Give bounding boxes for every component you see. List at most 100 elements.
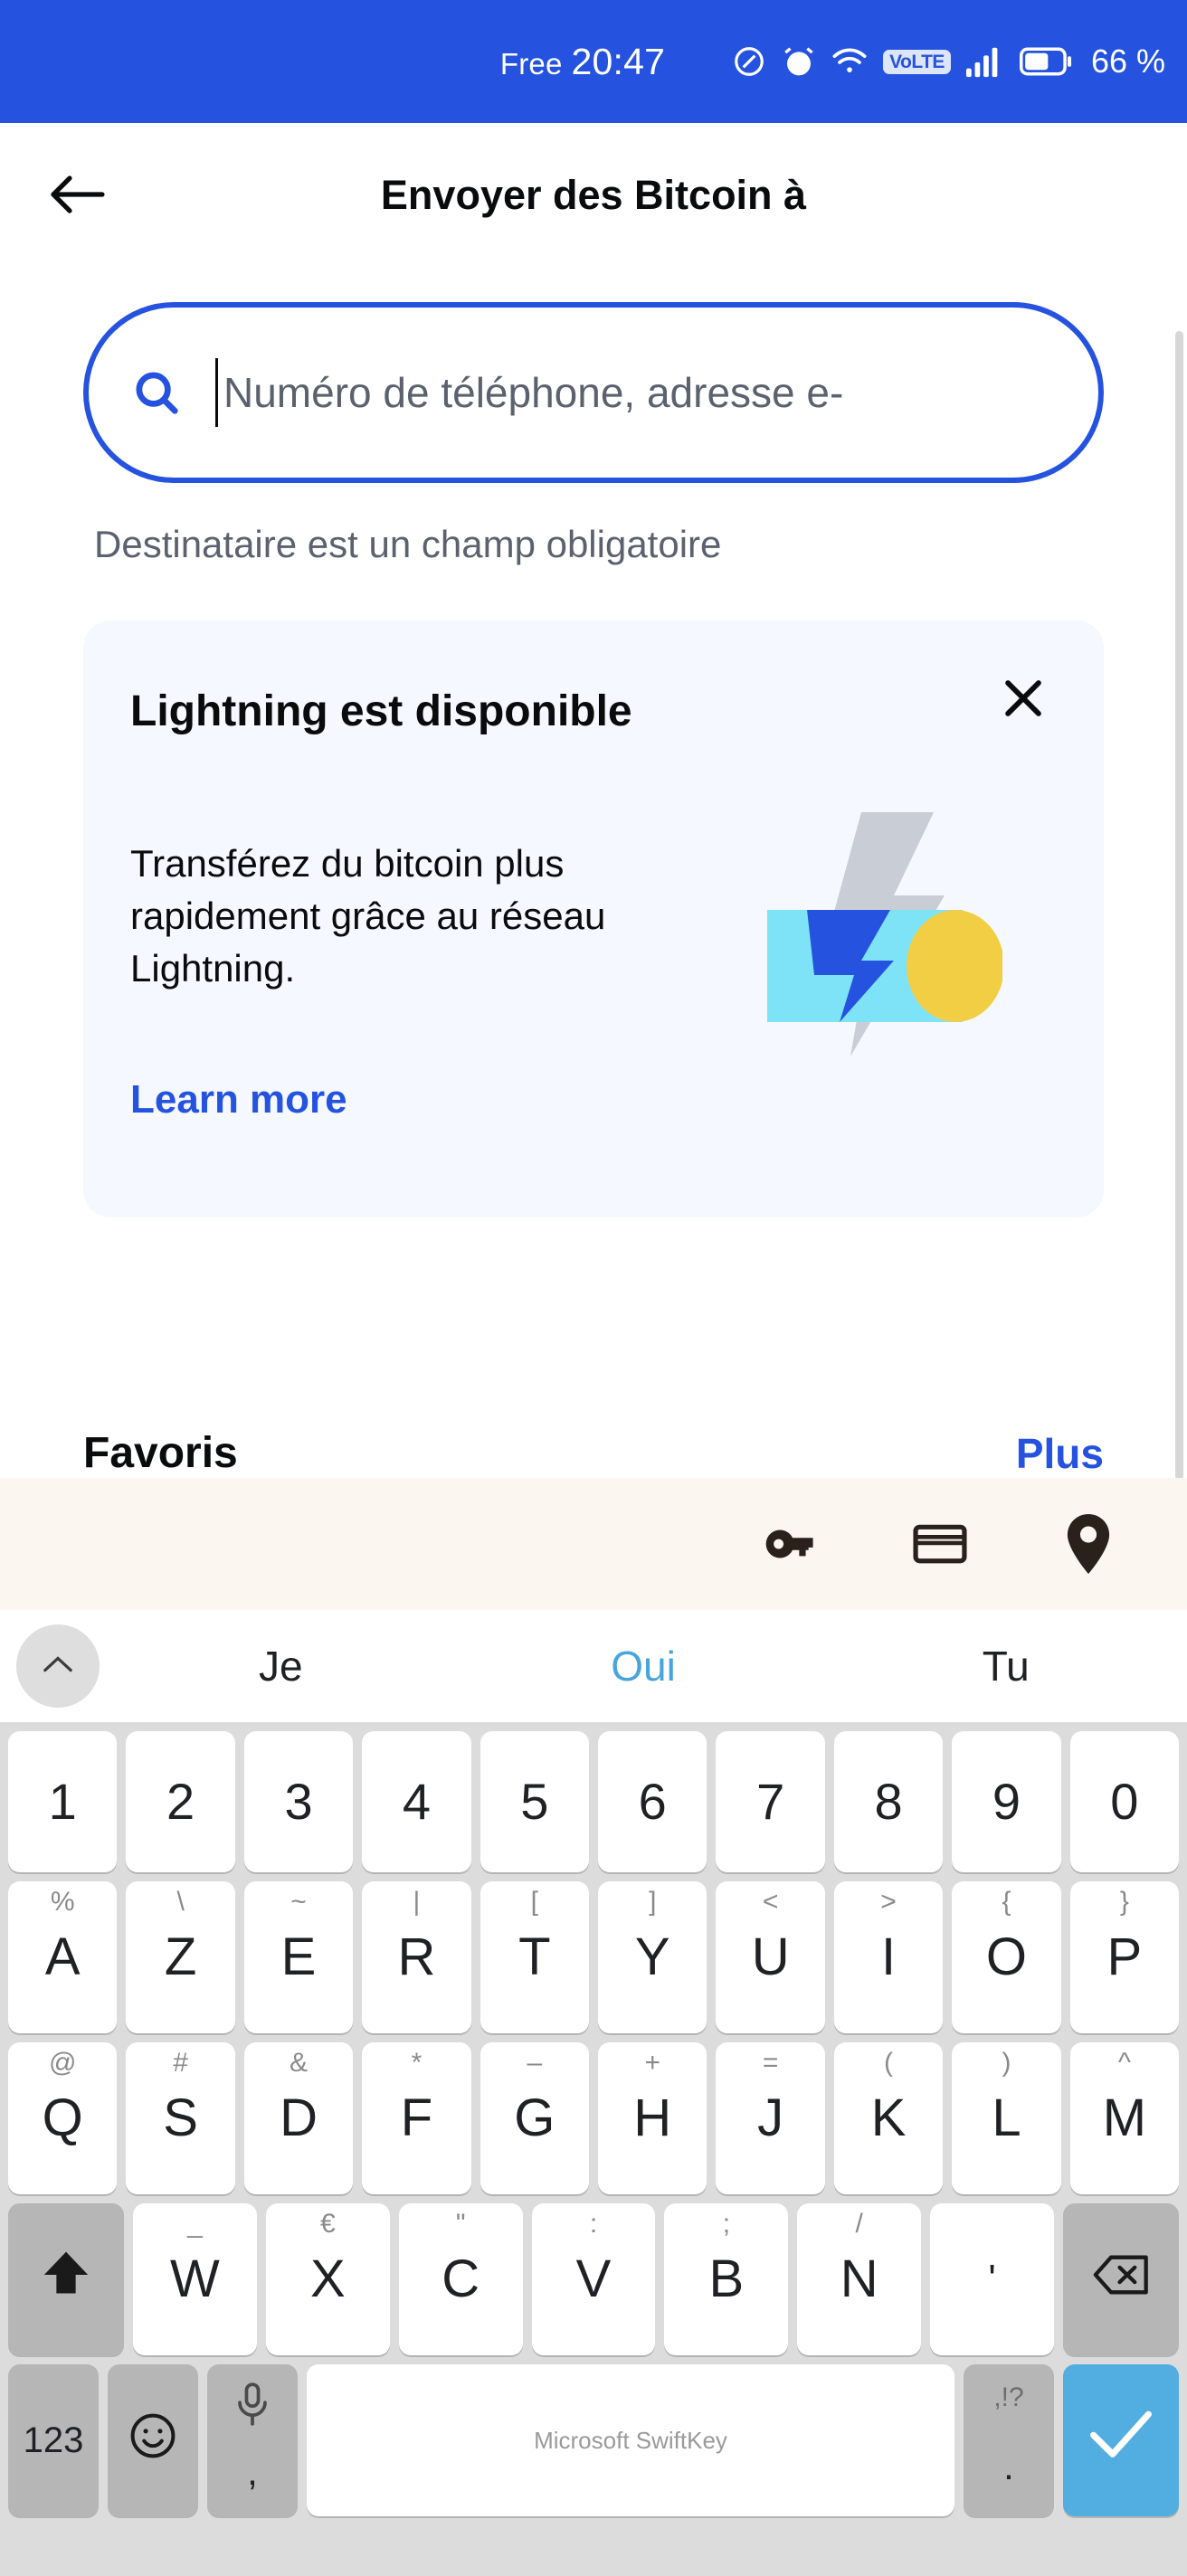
enter-key[interactable]: [1063, 2364, 1179, 2516]
backspace-key[interactable]: [1063, 2203, 1180, 2355]
lightning-bolt-illustration: [767, 812, 1004, 1056]
close-button[interactable]: [993, 669, 1053, 729]
key-0[interactable]: 0: [1069, 1731, 1180, 1872]
key-label: L: [992, 2088, 1021, 2147]
keyboard-brand-label: Microsoft SwiftKey: [534, 2427, 727, 2454]
key-5[interactable]: 5: [480, 1731, 590, 1872]
learn-more-link[interactable]: Learn more: [130, 1077, 347, 1122]
volte-icon: VoLTE: [883, 49, 951, 74]
back-button[interactable]: [36, 154, 119, 237]
key-w[interactable]: _ W: [133, 2203, 257, 2355]
key-label: U: [751, 1927, 790, 1986]
key-sup-label: \: [176, 1887, 185, 1917]
key-s[interactable]: # S: [126, 2042, 235, 2194]
key-h[interactable]: + H: [598, 2042, 707, 2194]
key-label: P: [1106, 1927, 1143, 1986]
key-z[interactable]: \ Z: [126, 1881, 235, 2033]
lightning-promo-card: Lightning est disponible Transférez du b…: [83, 620, 1104, 1217]
key-i[interactable]: > I: [833, 1881, 944, 2033]
key-c[interactable]: " C: [398, 2203, 523, 2355]
key-3[interactable]: 3: [243, 1731, 354, 1872]
key-label: W: [170, 2249, 220, 2308]
key-p[interactable]: } P: [1069, 1881, 1180, 2033]
key-v[interactable]: :V: [531, 2203, 656, 2355]
backspace-icon: [1093, 2254, 1149, 2305]
scrollbar[interactable]: [1175, 331, 1183, 1478]
key-q[interactable]: @ Q: [8, 2042, 118, 2194]
credit-card-icon[interactable]: [910, 1514, 970, 1574]
key-a[interactable]: % A: [8, 1881, 118, 2033]
key-d[interactable]: & D: [243, 2042, 354, 2194]
shift-key[interactable]: [8, 2203, 124, 2355]
key-4[interactable]: 4: [362, 1731, 471, 1872]
suggestion-item[interactable]: Tu: [824, 1642, 1187, 1690]
key-label: Y: [634, 1927, 670, 1986]
expand-suggestions-button[interactable]: [16, 1624, 100, 1708]
key-n[interactable]: / N: [797, 2203, 922, 2355]
carrier-label: Free: [499, 46, 563, 80]
key-label: Q: [42, 2088, 83, 2147]
key-sup-label: |: [413, 1887, 421, 1917]
key-e[interactable]: ~ E: [243, 1881, 354, 2033]
key-2[interactable]: 2: [126, 1731, 235, 1872]
key-j[interactable]: = J: [716, 2042, 825, 2194]
key-label: A: [44, 1927, 81, 1986]
key-9[interactable]: 9: [952, 1731, 1061, 1872]
key-t[interactable]: [T: [480, 1881, 590, 2033]
key-k[interactable]: (K: [833, 2042, 944, 2194]
key-label: E: [280, 1927, 317, 1986]
app-bar: Envoyer des Bitcoin à: [0, 123, 1187, 268]
promo-title: Lightning est disponible: [130, 687, 632, 735]
section-title: Favoris: [83, 1429, 238, 1477]
microphone-comma-key[interactable]: ,: [207, 2364, 298, 2516]
status-bar: Free 20:47 VoLTE 66 %: [0, 0, 1187, 123]
key-o[interactable]: {O: [952, 1881, 1061, 2033]
key-r[interactable]: | R: [362, 1881, 471, 2033]
key-label: .: [1003, 2445, 1014, 2487]
key-x[interactable]: € X: [265, 2203, 390, 2355]
status-bar-right: VoLTE 66 %: [665, 43, 1187, 80]
promo-description: Transférez du bitcoin plus rapidement gr…: [130, 842, 606, 990]
key-icon[interactable]: [762, 1516, 818, 1572]
key-sup-label: *: [411, 2048, 423, 2078]
microphone-icon: [207, 2382, 298, 2426]
more-link[interactable]: Plus: [1016, 1429, 1104, 1478]
suggestions-list: Je Oui Tu: [100, 1642, 1187, 1690]
key-label: 123: [23, 2420, 84, 2460]
key-sup-label: ,!?: [993, 2382, 1024, 2412]
key-y[interactable]: ] Y: [598, 1881, 707, 2033]
key-6[interactable]: 6: [598, 1731, 707, 1872]
suggestion-item[interactable]: Oui: [462, 1642, 825, 1690]
key-label: G: [514, 2088, 556, 2147]
checkmark-icon: [1087, 2406, 1155, 2475]
key-label: O: [985, 1927, 1028, 1986]
key-sup-label: #: [173, 2048, 188, 2078]
key-b[interactable]: ; B: [664, 2203, 789, 2355]
key-sup-label: –: [527, 2048, 543, 2078]
key-label: ,: [247, 2450, 258, 2493]
key-g[interactable]: – G: [480, 2042, 590, 2194]
suggestion-item[interactable]: Je: [100, 1642, 462, 1690]
key-label: ': [988, 2257, 996, 2301]
space-key[interactable]: Microsoft SwiftKey: [307, 2364, 954, 2516]
search-icon: [132, 368, 181, 417]
key-label: 9: [992, 1773, 1021, 1830]
key-f[interactable]: * F: [362, 2042, 471, 2194]
key-label: F: [400, 2088, 433, 2147]
keyboard-row-numbers: 1 2 3 4 5 6 7 8 9 0: [4, 1731, 1183, 1872]
battery-percent-label: 66 %: [1090, 43, 1166, 80]
key-8[interactable]: 8: [833, 1731, 944, 1872]
punctuation-key[interactable]: ,!? .: [964, 2364, 1054, 2516]
search-input[interactable]: Numéro de téléphone, adresse e-: [83, 302, 1104, 483]
key-apostrophe[interactable]: ': [930, 2203, 1055, 2355]
location-pin-icon[interactable]: [1062, 1514, 1115, 1574]
emoji-key[interactable]: [108, 2364, 198, 2516]
suggestion-strip: Je Oui Tu: [0, 1610, 1187, 1722]
key-l[interactable]: ) L: [952, 2042, 1061, 2194]
key-label: J: [757, 2088, 784, 2147]
key-m[interactable]: ^ M: [1069, 2042, 1180, 2194]
numeric-mode-key[interactable]: 123: [8, 2364, 99, 2516]
key-7[interactable]: 7: [716, 1731, 825, 1872]
key-u[interactable]: < U: [716, 1881, 825, 2033]
key-1[interactable]: 1: [8, 1731, 118, 1872]
